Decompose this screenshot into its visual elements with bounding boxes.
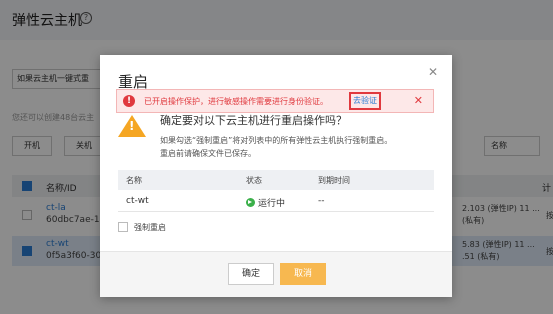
operation-protection-alert: ! 已开启操作保护，进行敏感操作需要进行身份验证。 去验证 ✕: [116, 89, 434, 113]
warning-icon: !: [118, 115, 146, 137]
description-line: 重启前请确保文件已保存。: [160, 149, 256, 158]
error-icon: !: [123, 95, 135, 107]
dialog-footer: 确定 取消: [100, 251, 452, 297]
close-icon[interactable]: ✕: [428, 65, 438, 79]
column-header-name: 名称: [126, 176, 142, 185]
alert-text: 已开启操作保护，进行敏感操作需要进行身份验证。: [144, 97, 328, 106]
instance-table: 名称 状态 到期时间 ct-wt 运行中 --: [118, 170, 434, 212]
column-header-expire: 到期时间: [318, 176, 350, 185]
verify-link[interactable]: 去验证: [349, 92, 381, 110]
table-row: ct-wt 运行中 --: [118, 190, 434, 212]
force-restart-checkbox[interactable]: [118, 222, 128, 232]
table-header: 名称 状态 到期时间: [118, 170, 434, 190]
force-restart-label[interactable]: 强制重启: [134, 222, 166, 233]
confirm-description: 如果勾选“强制重启”将对列表中的所有弹性云主机执行强制重启。 重启前请确保文件已…: [160, 134, 392, 160]
running-status-icon: [246, 198, 255, 207]
status-cell: 运行中: [246, 196, 285, 209]
column-header-status: 状态: [246, 176, 262, 185]
cancel-button[interactable]: 取消: [280, 263, 326, 285]
description-line: 如果勾选“强制重启”将对列表中的所有弹性云主机执行强制重启。: [160, 136, 393, 145]
status-text: 运行中: [258, 199, 286, 209]
instance-name: ct-wt: [126, 196, 149, 206]
alert-close-icon[interactable]: ✕: [414, 94, 423, 107]
restart-dialog: 重启 ✕ ! 确定要对以下云主机进行重启操作吗？ 如果勾选“强制重启”将对列表中…: [100, 55, 452, 297]
confirm-button[interactable]: 确定: [228, 263, 274, 285]
expire-cell: --: [318, 196, 325, 206]
confirm-question: 确定要对以下云主机进行重启操作吗？: [160, 114, 347, 127]
